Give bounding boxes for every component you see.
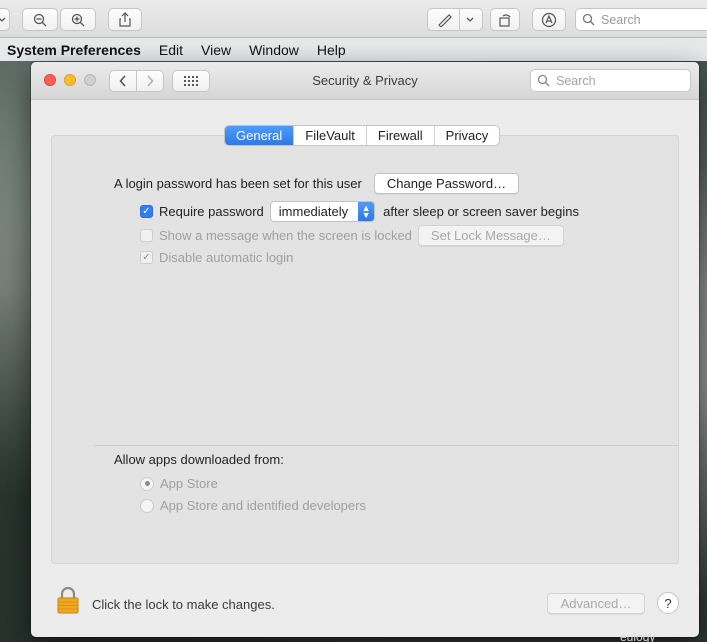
allow-identified-devs-row: App Store and identified developers xyxy=(140,498,366,513)
tab-privacy[interactable]: Privacy xyxy=(433,126,500,145)
show-message-checkbox[interactable] xyxy=(140,229,153,242)
disable-auto-login-row: ✓ Disable automatic login xyxy=(140,250,293,265)
set-lock-message-button[interactable]: Set Lock Message… xyxy=(417,225,564,246)
window-search-field[interactable]: Search xyxy=(530,69,691,92)
lock-icon[interactable] xyxy=(56,586,80,614)
menu-edit[interactable]: Edit xyxy=(159,42,193,58)
tab-bar: General FileVault Firewall Privacy xyxy=(224,125,501,146)
tab-firewall[interactable]: Firewall xyxy=(365,126,434,145)
allow-apps-heading: Allow apps downloaded from: xyxy=(114,452,284,467)
tab-filevault[interactable]: FileVault xyxy=(293,126,366,145)
menu-app-name[interactable]: System Preferences xyxy=(7,42,151,58)
chevron-down-icon xyxy=(466,17,473,22)
rotate-icon xyxy=(499,13,511,27)
identified-developers-label: App Store and identified developers xyxy=(160,498,366,513)
advanced-button[interactable]: Advanced… xyxy=(547,593,645,614)
menu-help[interactable]: Help xyxy=(317,42,356,58)
share-button[interactable] xyxy=(108,8,142,31)
sidebar-toggle-button[interactable] xyxy=(0,8,10,31)
desktop-file-label[interactable]: eulogy xyxy=(620,630,655,642)
identified-developers-radio[interactable] xyxy=(140,498,154,513)
chevron-down-icon xyxy=(0,17,6,22)
security-privacy-window: Security & Privacy Search General FileVa… xyxy=(31,62,699,637)
help-button[interactable]: ? xyxy=(657,592,679,614)
show-message-label: Show a message when the screen is locked xyxy=(159,228,412,243)
zoom-in-icon xyxy=(71,13,85,26)
disable-auto-login-checkbox[interactable]: ✓ xyxy=(140,251,153,264)
window-search-placeholder: Search xyxy=(556,73,596,88)
app-store-radio[interactable] xyxy=(140,476,154,491)
login-password-row: A login password has been set for this u… xyxy=(114,173,520,194)
markup-button[interactable] xyxy=(427,8,483,31)
login-password-text: A login password has been set for this u… xyxy=(114,176,362,191)
require-password-delay-select[interactable]: immediately ▲ ▼ xyxy=(269,201,376,222)
change-password-button[interactable]: Change Password… xyxy=(373,173,520,194)
pen-icon xyxy=(437,13,452,27)
allow-app-store-row: App Store xyxy=(140,476,218,491)
zoom-in-button[interactable] xyxy=(60,8,96,31)
zoom-out-icon xyxy=(33,13,47,26)
menu-window[interactable]: Window xyxy=(249,42,309,58)
share-icon xyxy=(119,12,131,27)
annotate-button[interactable] xyxy=(532,8,566,31)
section-divider xyxy=(94,445,678,446)
rotate-button[interactable] xyxy=(490,8,520,31)
preview-search-placeholder: Search xyxy=(601,12,641,27)
require-password-label: Require password xyxy=(159,204,264,219)
allow-apps-heading-text: Allow apps downloaded from: xyxy=(114,452,284,467)
tab-general[interactable]: General xyxy=(225,126,294,145)
require-password-row: ✓ Require password immediately ▲ ▼ after … xyxy=(140,201,579,222)
search-icon xyxy=(582,13,595,26)
menu-view[interactable]: View xyxy=(201,42,241,58)
disable-auto-login-label: Disable automatic login xyxy=(159,250,294,265)
window-titlebar: Security & Privacy Search xyxy=(31,62,699,100)
app-store-label: App Store xyxy=(160,476,218,491)
annotate-icon xyxy=(541,12,557,27)
preview-search-field[interactable]: Search xyxy=(575,8,707,31)
require-password-checkbox[interactable]: ✓ xyxy=(140,205,153,218)
require-password-suffix: after sleep or screen saver begins xyxy=(383,204,579,219)
menu-bar: System Preferences Edit View Window Help xyxy=(0,38,707,61)
require-password-delay-value: immediately xyxy=(278,204,349,219)
preview-toolbar: Search xyxy=(0,0,707,38)
lock-status-text: Click the lock to make changes. xyxy=(92,597,275,612)
zoom-out-button[interactable] xyxy=(22,8,58,31)
show-message-row: Show a message when the screen is locked… xyxy=(140,225,564,246)
search-icon xyxy=(537,74,550,87)
updown-arrows-icon: ▲ ▼ xyxy=(358,202,375,221)
general-panel: A login password has been set for this u… xyxy=(51,135,679,564)
